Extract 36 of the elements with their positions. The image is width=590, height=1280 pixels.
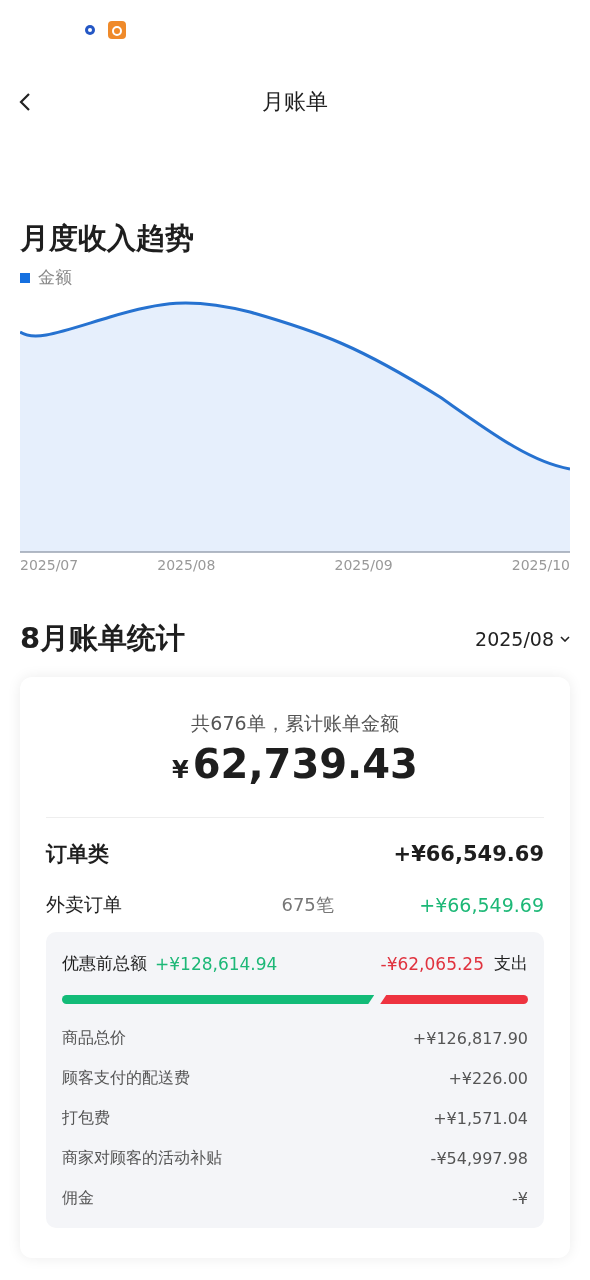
item-value: +¥226.00 [448,1068,528,1088]
axis-label: 2025/09 [334,557,393,573]
item-label: 商家对顾客的活动补贴 [62,1147,222,1169]
category-name: 订单类 [46,841,109,868]
app-icon [108,21,126,39]
item-label: 打包费 [62,1107,110,1129]
income-amount: +¥128,614.94 [155,953,278,974]
chart-title: 月度收入趋势 [20,220,195,257]
expense-label: 支出 [494,952,528,975]
axis-label: 2025/08 [157,557,216,573]
item-label: 顾客支付的配送费 [62,1067,190,1089]
expense-amount: -¥62,065.25 [380,953,484,974]
month-picker[interactable]: 2025/08 [475,628,570,650]
page-title: 月账单 [262,88,328,116]
chevron-down-icon [560,636,570,642]
item-value: -¥ [512,1188,528,1208]
item-label: 佣金 [62,1187,94,1209]
order-type-amount: +¥66,549.69 [419,894,544,916]
order-type-name: 外卖订单 [46,892,123,917]
back-icon[interactable] [19,92,31,112]
item-label: 商品总价 [62,1027,126,1049]
axis-label: 2025/07 [20,557,79,573]
category-amount: +¥66,549.69 [393,842,544,866]
item-value: +¥1,571.04 [433,1108,528,1128]
summary-caption: 共676单，累计账单金额 [190,711,400,736]
item-value: +¥126,817.90 [412,1028,528,1048]
item-value: -¥54,997.98 [430,1148,528,1168]
legend-label: 金额 [38,266,72,289]
total-amount: 62,739.43 [192,741,418,787]
order-count: 675笔 [281,893,334,917]
currency-sign: ¥ [172,756,189,784]
legend-swatch [20,272,30,283]
axis-label: 2025/10 [511,557,570,573]
income-label: 优惠前总额 [62,952,147,975]
section-title: 8月账单统计 [20,620,186,657]
app-icon [84,24,96,36]
